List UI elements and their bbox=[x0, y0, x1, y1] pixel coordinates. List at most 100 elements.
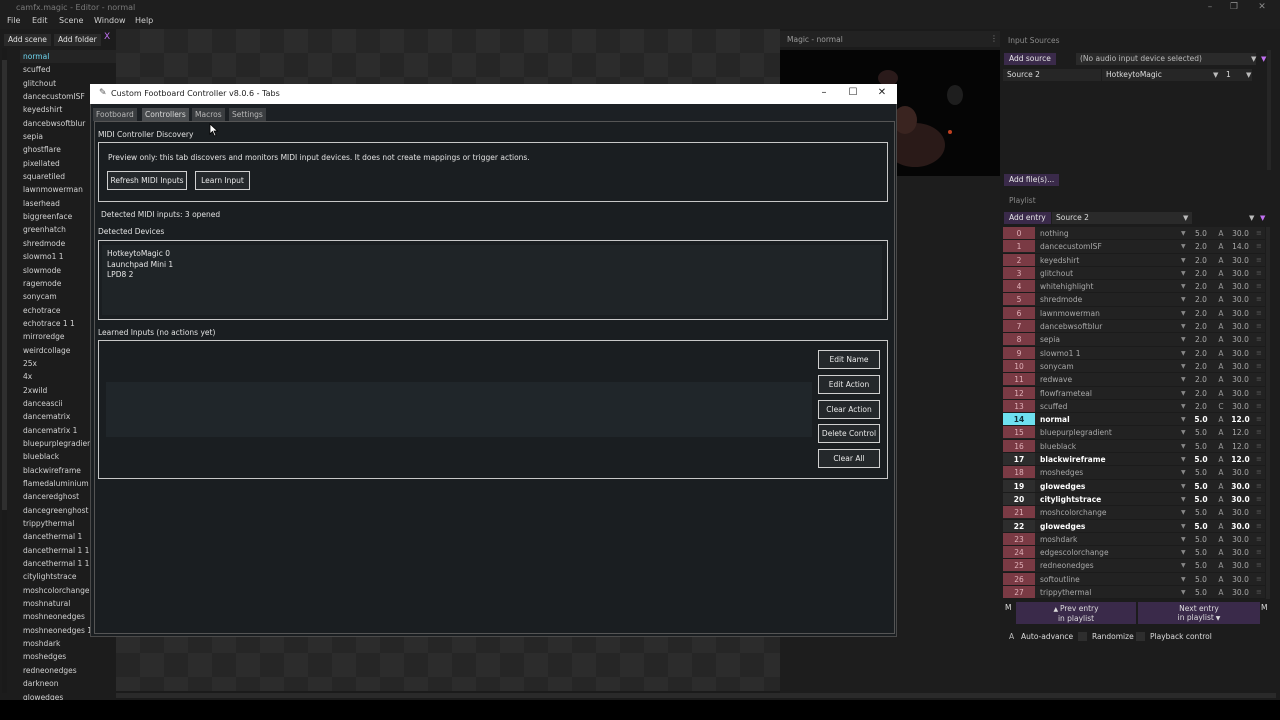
playlist-length[interactable]: 30.0 bbox=[1228, 387, 1253, 400]
playlist-row[interactable]: 7 dancebwsoftblur ▼ 2.0 A 30.0 ≡ bbox=[1003, 320, 1265, 334]
playlist-mode[interactable]: A bbox=[1216, 254, 1226, 267]
dialog-close-button[interactable]: ✕ bbox=[872, 86, 892, 100]
playlist-length[interactable]: 30.0 bbox=[1228, 254, 1253, 267]
playlist-row[interactable]: 16 blueblack ▼ 5.0 A 12.0 ≡ bbox=[1003, 439, 1265, 454]
chevron-down-icon[interactable]: ▼ bbox=[1181, 320, 1186, 333]
chevron-down-icon[interactable]: ▼ bbox=[1181, 533, 1186, 546]
playlist-duration[interactable]: 2.0 bbox=[1189, 254, 1213, 267]
playlist-length[interactable]: 14.0 bbox=[1228, 240, 1253, 253]
audio-device-select[interactable]: (No audio input device selected) bbox=[1076, 53, 1256, 65]
chevron-down-icon[interactable]: ▼ bbox=[1181, 333, 1186, 346]
next-entry-button[interactable]: Next entry in playlist ▼ bbox=[1138, 602, 1260, 624]
drag-handle-icon[interactable]: ≡ bbox=[1256, 546, 1262, 559]
chevron-down-icon[interactable]: ▼ bbox=[1260, 214, 1265, 222]
add-folder-button[interactable]: Add folder bbox=[54, 34, 101, 46]
playlist-duration[interactable]: 2.0 bbox=[1189, 387, 1213, 400]
playlist-duration[interactable]: 2.0 bbox=[1189, 333, 1213, 346]
playback-control-checkbox[interactable] bbox=[1136, 632, 1145, 641]
playlist-length[interactable]: 30.0 bbox=[1228, 520, 1253, 533]
drag-handle-icon[interactable]: ≡ bbox=[1256, 227, 1262, 240]
chevron-down-icon[interactable]: ▼ bbox=[1261, 55, 1266, 63]
playlist-length[interactable]: 30.0 bbox=[1228, 227, 1253, 240]
chevron-down-icon[interactable]: ▼ bbox=[1181, 267, 1186, 280]
chevron-down-icon[interactable]: ▼ bbox=[1181, 426, 1186, 439]
playlist-mode[interactable]: A bbox=[1216, 533, 1226, 546]
playlist-length[interactable]: 12.0 bbox=[1228, 426, 1253, 439]
scene-list-item[interactable]: scuffed bbox=[20, 63, 116, 76]
playlist-length[interactable]: 30.0 bbox=[1228, 573, 1253, 586]
playlist-source-select[interactable]: Source 2 bbox=[1052, 212, 1192, 224]
drag-handle-icon[interactable]: ≡ bbox=[1256, 240, 1262, 253]
refresh-midi-button[interactable]: Refresh MIDI Inputs bbox=[107, 171, 187, 190]
playlist-mode[interactable]: A bbox=[1216, 413, 1226, 426]
playlist-entry-name[interactable]: sepia bbox=[1040, 333, 1178, 346]
drag-handle-icon[interactable]: ≡ bbox=[1256, 333, 1262, 346]
playlist-duration[interactable]: 5.0 bbox=[1189, 546, 1213, 559]
add-source-button[interactable]: Add source bbox=[1004, 53, 1056, 65]
chevron-down-icon[interactable]: ▼ bbox=[1181, 254, 1186, 267]
playlist-entry-name[interactable]: nothing bbox=[1040, 227, 1178, 240]
playlist-mode[interactable]: A bbox=[1216, 426, 1226, 439]
playlist-row[interactable]: 17 blackwireframe ▼ 5.0 A 12.0 ≡ bbox=[1003, 453, 1265, 467]
playlist-row[interactable]: 15 bluepurplegradient ▼ 5.0 A 12.0 ≡ bbox=[1003, 426, 1265, 440]
chevron-down-icon[interactable]: ▼ bbox=[1181, 466, 1186, 479]
playlist-duration[interactable]: 5.0 bbox=[1189, 426, 1213, 439]
chevron-down-icon[interactable]: ▼ bbox=[1181, 546, 1186, 559]
playlist-length[interactable]: 12.0 bbox=[1228, 440, 1253, 453]
playlist-mode[interactable]: A bbox=[1216, 440, 1226, 453]
playlist-mode[interactable]: A bbox=[1216, 506, 1226, 519]
chevron-down-icon[interactable]: ▼ bbox=[1181, 387, 1186, 400]
playlist-row[interactable]: 10 sonycam ▼ 2.0 A 30.0 ≡ bbox=[1003, 359, 1265, 374]
drag-handle-icon[interactable]: ≡ bbox=[1256, 347, 1262, 360]
drag-handle-icon[interactable]: ≡ bbox=[1256, 506, 1262, 519]
playlist-length[interactable]: 30.0 bbox=[1228, 506, 1253, 519]
playlist-duration[interactable]: 5.0 bbox=[1189, 227, 1213, 240]
add-files-button[interactable]: Add file(s)... bbox=[1004, 174, 1060, 186]
playlist-row[interactable]: 1 dancecustomISF ▼ 2.0 A 14.0 ≡ bbox=[1003, 240, 1265, 254]
playlist-mode[interactable]: A bbox=[1216, 307, 1226, 320]
playlist-row[interactable]: 3 glitchout ▼ 2.0 A 30.0 ≡ bbox=[1003, 266, 1265, 281]
drag-handle-icon[interactable]: ≡ bbox=[1256, 400, 1262, 413]
playlist-row[interactable]: 4 whitehighlight ▼ 2.0 A 30.0 ≡ bbox=[1003, 280, 1265, 294]
drag-handle-icon[interactable]: ≡ bbox=[1256, 267, 1262, 280]
playlist-mode[interactable]: A bbox=[1216, 267, 1226, 280]
playlist-entry-name[interactable]: softoutline bbox=[1040, 573, 1178, 586]
playlist-mode[interactable]: A bbox=[1216, 333, 1226, 346]
playlist-length[interactable]: 30.0 bbox=[1228, 347, 1253, 360]
add-entry-button[interactable]: Add entry bbox=[1004, 212, 1051, 224]
drag-handle-icon[interactable]: ≡ bbox=[1256, 293, 1262, 306]
tab-footboard[interactable]: Footboard bbox=[93, 108, 137, 121]
clear-all-button[interactable]: Clear All bbox=[818, 449, 880, 468]
playlist-mode[interactable]: A bbox=[1216, 453, 1226, 466]
playlist-entry-name[interactable]: blackwireframe bbox=[1040, 453, 1178, 466]
playlist-length[interactable]: 30.0 bbox=[1228, 546, 1253, 559]
playlist-row[interactable]: 25 redneonedges ▼ 5.0 A 30.0 ≡ bbox=[1003, 559, 1265, 573]
playlist-entry-name[interactable]: redwave bbox=[1040, 373, 1178, 386]
playlist-row[interactable]: 5 shredmode ▼ 2.0 A 30.0 ≡ bbox=[1003, 293, 1265, 307]
device-item[interactable]: Launchpad Mini 1 bbox=[107, 260, 877, 271]
playlist-length[interactable]: 30.0 bbox=[1228, 533, 1253, 546]
playlist-entry-name[interactable]: shredmode bbox=[1040, 293, 1178, 306]
playlist-row[interactable]: 11 redwave ▼ 2.0 A 30.0 ≡ bbox=[1003, 373, 1265, 387]
playlist-duration[interactable]: 5.0 bbox=[1189, 493, 1213, 506]
preview-menu-icon[interactable]: ⋮ bbox=[990, 34, 998, 43]
learn-input-button[interactable]: Learn Input bbox=[195, 171, 250, 190]
scene-list-item[interactable]: normal bbox=[20, 50, 116, 64]
playlist-entry-name[interactable]: moshedges bbox=[1040, 466, 1178, 479]
dialog-maximize-button[interactable]: ☐ bbox=[843, 86, 863, 100]
delete-control-button[interactable]: Delete Control bbox=[818, 424, 880, 443]
playlist-duration[interactable]: 5.0 bbox=[1189, 533, 1213, 546]
playlist-mode[interactable]: A bbox=[1216, 227, 1226, 240]
playlist-row[interactable]: 27 trippythermal ▼ 5.0 A 30.0 ≡ bbox=[1003, 586, 1265, 600]
playlist-row[interactable]: 8 sepia ▼ 2.0 A 30.0 ≡ bbox=[1003, 333, 1265, 347]
drag-handle-icon[interactable]: ≡ bbox=[1256, 559, 1262, 572]
playlist-mode[interactable]: A bbox=[1216, 493, 1226, 506]
menu-file[interactable]: File bbox=[7, 16, 20, 25]
playlist-length[interactable]: 30.0 bbox=[1228, 360, 1253, 373]
randomize-checkbox[interactable] bbox=[1078, 632, 1087, 641]
chevron-down-icon[interactable]: ▼ bbox=[1181, 307, 1186, 320]
playlist-entry-name[interactable]: lawnmowerman bbox=[1040, 307, 1178, 320]
chevron-down-icon[interactable]: ▼ bbox=[1181, 280, 1186, 293]
chevron-down-icon[interactable]: ▼ bbox=[1181, 293, 1186, 306]
playlist-mode[interactable]: A bbox=[1216, 559, 1226, 572]
